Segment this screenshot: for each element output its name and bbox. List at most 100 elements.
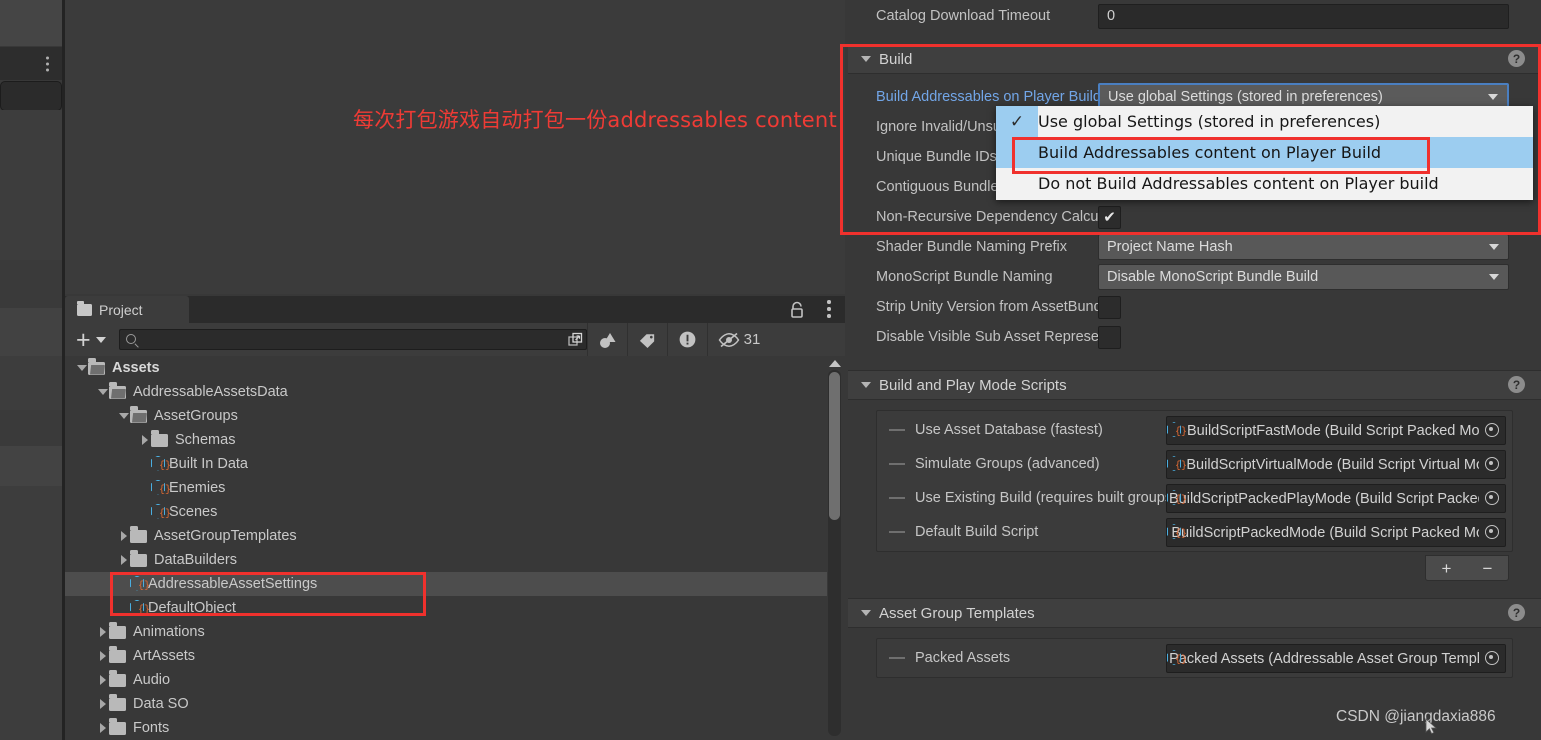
plus-icon: + — [76, 325, 91, 354]
tree-item[interactable]: Data SO — [65, 692, 827, 716]
tree-item[interactable]: Audio — [65, 668, 827, 692]
drag-handle-icon[interactable] — [889, 657, 905, 659]
search-input-wrapper[interactable] — [118, 329, 587, 350]
drag-handle-icon[interactable] — [889, 463, 905, 465]
warning-filter-icon[interactable] — [666, 323, 707, 356]
add-remove-buttons[interactable]: + − — [1425, 555, 1509, 581]
drag-handle-icon[interactable] — [889, 497, 905, 499]
dropdown-menu-item[interactable]: Use global Settings (stored in preferenc… — [996, 106, 1533, 137]
tree-item[interactable]: Assets — [65, 356, 827, 380]
chevron-right-icon[interactable] — [138, 428, 151, 452]
lock-icon[interactable] — [789, 301, 805, 318]
dropdown-menu-item-label: Build Addressables content on Player Bui… — [1038, 143, 1382, 162]
kebab-menu-icon[interactable] — [46, 56, 49, 71]
kebab-menu-icon[interactable] — [827, 300, 831, 318]
left-edge-row[interactable] — [0, 446, 62, 486]
object-picker-icon[interactable] — [1479, 485, 1505, 510]
search-expand-icon[interactable] — [567, 332, 583, 347]
asset-group-templates-list: Packed Assets{} Packed Assets (Addressabl… — [876, 638, 1513, 678]
help-icon[interactable]: ? — [1508, 604, 1525, 621]
tree-item[interactable]: ArtAssets — [65, 644, 827, 668]
scroll-up-arrow-icon[interactable] — [829, 360, 841, 367]
add-button[interactable]: + — [1442, 560, 1452, 577]
object-list-row[interactable]: Simulate Groups (advanced){} BuildScriptV… — [877, 447, 1512, 481]
left-edge-menu-bar[interactable] — [0, 47, 62, 80]
chevron-right-icon[interactable] — [96, 644, 109, 668]
tree-item[interactable]: AddressableAssetsData — [65, 380, 827, 404]
tree-item[interactable]: DataBuilders — [65, 548, 827, 572]
dropdown-menu-item[interactable]: Do not Build Addressables content on Pla… — [996, 168, 1533, 199]
disable-visible-sub-checkbox[interactable] — [1098, 325, 1121, 349]
chevron-right-icon[interactable] — [117, 548, 130, 572]
chevron-right-icon[interactable] — [96, 692, 109, 716]
object-list-row[interactable]: Packed Assets{} Packed Assets (Addressabl… — [877, 641, 1512, 675]
object-reference-field[interactable]: {} BuildScriptFastMode (Build Script Pack… — [1166, 416, 1506, 445]
left-edge-row[interactable] — [0, 260, 62, 308]
dropdown-menu-item[interactable]: Build Addressables content on Player Bui… — [996, 137, 1533, 168]
drag-handle-icon[interactable] — [889, 531, 905, 533]
object-picker-icon[interactable] — [1479, 417, 1505, 442]
check-icon — [996, 106, 1038, 137]
tree-item[interactable]: {} DefaultObject — [65, 596, 827, 620]
scrollbar-thumb[interactable] — [829, 372, 840, 520]
project-scrollbar[interactable] — [828, 360, 841, 736]
search-input[interactable] — [141, 331, 586, 348]
chevron-down-icon[interactable] — [75, 356, 88, 380]
tree-item[interactable]: {} Scenes — [65, 500, 827, 524]
tree-item-label: AssetGroups — [154, 408, 238, 424]
section-header-build[interactable]: Build ? — [848, 44, 1541, 74]
strip-unity-version-label: Strip Unity Version from AssetBundles — [876, 299, 1098, 315]
shapes-filter-icon[interactable] — [586, 323, 627, 356]
chevron-right-icon[interactable] — [96, 620, 109, 644]
remove-button[interactable]: − — [1483, 560, 1493, 577]
non-recursive-checkbox[interactable] — [1098, 205, 1121, 229]
chevron-down-icon[interactable] — [117, 404, 130, 428]
chevron-down-icon[interactable] — [861, 56, 871, 62]
chevron-down-icon[interactable] — [861, 610, 871, 616]
object-reference-field[interactable]: {} BuildScriptPackedPlayMode (Build Scrip… — [1166, 484, 1506, 513]
object-picker-icon[interactable] — [1479, 451, 1505, 476]
tree-item[interactable]: Schemas — [65, 428, 827, 452]
catalog-timeout-field[interactable]: 0 — [1098, 3, 1509, 29]
object-reference-field[interactable]: {} Packed Assets (Addressable Asset Group… — [1166, 644, 1506, 673]
create-asset-button[interactable]: + — [76, 325, 106, 354]
tree-item[interactable]: {} AddressableAssetSettings — [65, 572, 827, 596]
hidden-assets-count[interactable]: 31 — [706, 323, 760, 356]
left-edge-field[interactable] — [0, 81, 62, 111]
row-shader-bundle-naming: Shader Bundle Naming Prefix Project Name… — [848, 232, 1541, 262]
object-reference-field[interactable]: {} BuildScriptVirtualMode (Build Script V… — [1166, 450, 1506, 479]
object-reference-field[interactable]: {} BuildScriptPackedMode (Build Script Pa… — [1166, 518, 1506, 547]
tree-item[interactable]: AssetGroups — [65, 404, 827, 428]
left-edge-row[interactable] — [0, 308, 62, 356]
strip-unity-version-checkbox[interactable] — [1098, 295, 1121, 319]
tree-item[interactable]: {} Built In Data — [65, 452, 827, 476]
chevron-right-icon[interactable] — [96, 716, 109, 740]
shader-bundle-naming-dropdown[interactable]: Project Name Hash — [1098, 234, 1509, 260]
left-edge-row[interactable] — [0, 410, 62, 446]
build-on-player-build-dropdown-menu[interactable]: Use global Settings (stored in preferenc… — [996, 106, 1533, 200]
object-list-row[interactable]: Use Existing Build (requires built group… — [877, 481, 1512, 515]
tab-project[interactable]: Project — [65, 296, 189, 323]
chevron-right-icon[interactable] — [96, 668, 109, 692]
tree-item[interactable]: Animations — [65, 620, 827, 644]
object-list-row[interactable]: Use Asset Database (fastest){} BuildScrip… — [877, 413, 1512, 447]
drag-handle-icon[interactable] — [889, 429, 905, 431]
label-filter-icon[interactable] — [626, 323, 667, 356]
tree-item-label: Animations — [133, 624, 205, 640]
section-header-build-play-mode-scripts[interactable]: Build and Play Mode Scripts ? — [848, 370, 1541, 400]
tree-item[interactable]: Fonts — [65, 716, 827, 740]
help-icon[interactable]: ? — [1508, 376, 1525, 393]
help-icon[interactable]: ? — [1508, 50, 1525, 67]
chevron-right-icon[interactable] — [117, 524, 130, 548]
object-list-row[interactable]: Default Build Script{} BuildScriptPackedM… — [877, 515, 1512, 549]
object-picker-icon[interactable] — [1479, 645, 1505, 670]
row-strip-unity-version: Strip Unity Version from AssetBundles — [848, 292, 1541, 322]
object-picker-icon[interactable] — [1479, 519, 1505, 544]
tree-item[interactable]: {} Enemies — [65, 476, 827, 500]
chevron-down-icon[interactable] — [861, 382, 871, 388]
tree-item[interactable]: AssetGroupTemplates — [65, 524, 827, 548]
section-header-asset-group-templates[interactable]: Asset Group Templates ? — [848, 598, 1541, 628]
watermark-text: CSDN @jiangdaxia886 — [1336, 708, 1496, 725]
chevron-down-icon[interactable] — [96, 380, 109, 404]
monoscript-bundle-naming-dropdown[interactable]: Disable MonoScript Bundle Build — [1098, 264, 1509, 290]
